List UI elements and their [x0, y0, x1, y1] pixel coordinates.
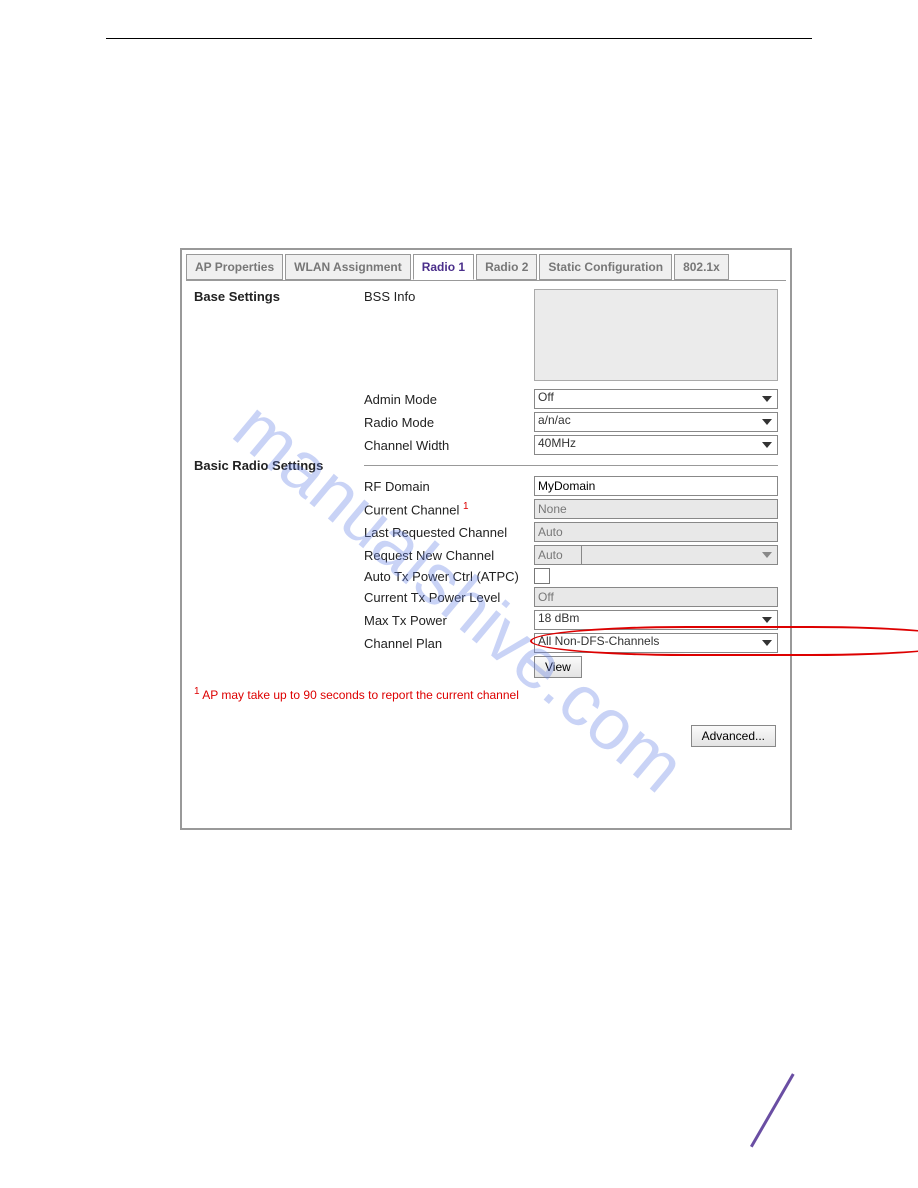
tab-strip: AP Properties WLAN Assignment Radio 1 Ra…: [182, 250, 790, 280]
rf-domain-input[interactable]: [534, 476, 778, 496]
page-top-rule: [106, 38, 812, 39]
bss-info-box: [534, 289, 778, 381]
tab-static-configuration[interactable]: Static Configuration: [539, 254, 672, 280]
current-channel-value: None: [534, 499, 778, 519]
view-button[interactable]: View: [534, 656, 582, 678]
label-rf-domain: RF Domain: [364, 479, 534, 494]
channel-plan-wrap[interactable]: All Non-DFS-Channels: [534, 633, 778, 653]
label-admin-mode: Admin Mode: [364, 392, 534, 407]
last-requested-channel-value: Auto: [534, 522, 778, 542]
label-channel-width: Channel Width: [364, 438, 534, 453]
channel-width-select-wrap[interactable]: 40MHz: [534, 435, 778, 455]
label-current-channel-text: Current Channel: [364, 502, 459, 517]
section-basic-radio: Basic Radio Settings: [194, 458, 364, 473]
label-max-tx-power: Max Tx Power: [364, 613, 534, 628]
corner-diagonal-accent: [750, 1086, 810, 1146]
label-atpc: Auto Tx Power Ctrl (ATPC): [364, 569, 534, 584]
atpc-checkbox[interactable]: [534, 568, 550, 584]
settings-panel: AP Properties WLAN Assignment Radio 1 Ra…: [180, 248, 792, 830]
admin-mode-select-wrap[interactable]: Off: [534, 389, 778, 409]
label-bss-info: BSS Info: [364, 289, 534, 304]
current-channel-footnote-marker: 1: [463, 501, 469, 512]
radio-mode-select-wrap[interactable]: a/n/ac: [534, 412, 778, 432]
tab-wlan-assignment[interactable]: WLAN Assignment: [285, 254, 411, 280]
label-last-requested-channel: Last Requested Channel: [364, 525, 534, 540]
label-channel-plan: Channel Plan: [364, 636, 534, 651]
label-current-tx-power: Current Tx Power Level: [364, 590, 534, 605]
channel-width-select[interactable]: 40MHz: [534, 435, 778, 455]
current-tx-power-value: Off: [534, 587, 778, 607]
max-tx-power-select[interactable]: 18 dBm: [534, 610, 778, 630]
tab-radio-1[interactable]: Radio 1: [413, 254, 474, 280]
label-request-new-channel: Request New Channel: [364, 548, 534, 563]
footnote-body: AP may take up to 90 seconds to report t…: [200, 688, 519, 702]
channel-plan-select[interactable]: All Non-DFS-Channels: [534, 633, 778, 653]
request-new-channel-wrap[interactable]: Auto: [534, 545, 778, 565]
request-new-channel-select[interactable]: [582, 545, 778, 565]
tab-radio-2[interactable]: Radio 2: [476, 254, 537, 280]
radio-mode-select[interactable]: a/n/ac: [534, 412, 778, 432]
request-new-channel-value: Auto: [534, 545, 582, 565]
label-radio-mode: Radio Mode: [364, 415, 534, 430]
advanced-button[interactable]: Advanced...: [691, 725, 776, 747]
tab-body-radio1: Base Settings BSS Info Admin Mode Off Ra…: [186, 280, 786, 822]
label-current-channel: Current Channel 1: [364, 501, 534, 517]
tab-ap-properties[interactable]: AP Properties: [186, 254, 283, 280]
footnote-text: 1 AP may take up to 90 seconds to report…: [194, 686, 778, 702]
section-base-settings: Base Settings: [194, 289, 364, 304]
max-tx-power-wrap[interactable]: 18 dBm: [534, 610, 778, 630]
section-divider: [364, 465, 778, 466]
settings-grid: Base Settings BSS Info Admin Mode Off Ra…: [194, 289, 778, 678]
admin-mode-select[interactable]: Off: [534, 389, 778, 409]
tab-8021x[interactable]: 802.1x: [674, 254, 729, 280]
